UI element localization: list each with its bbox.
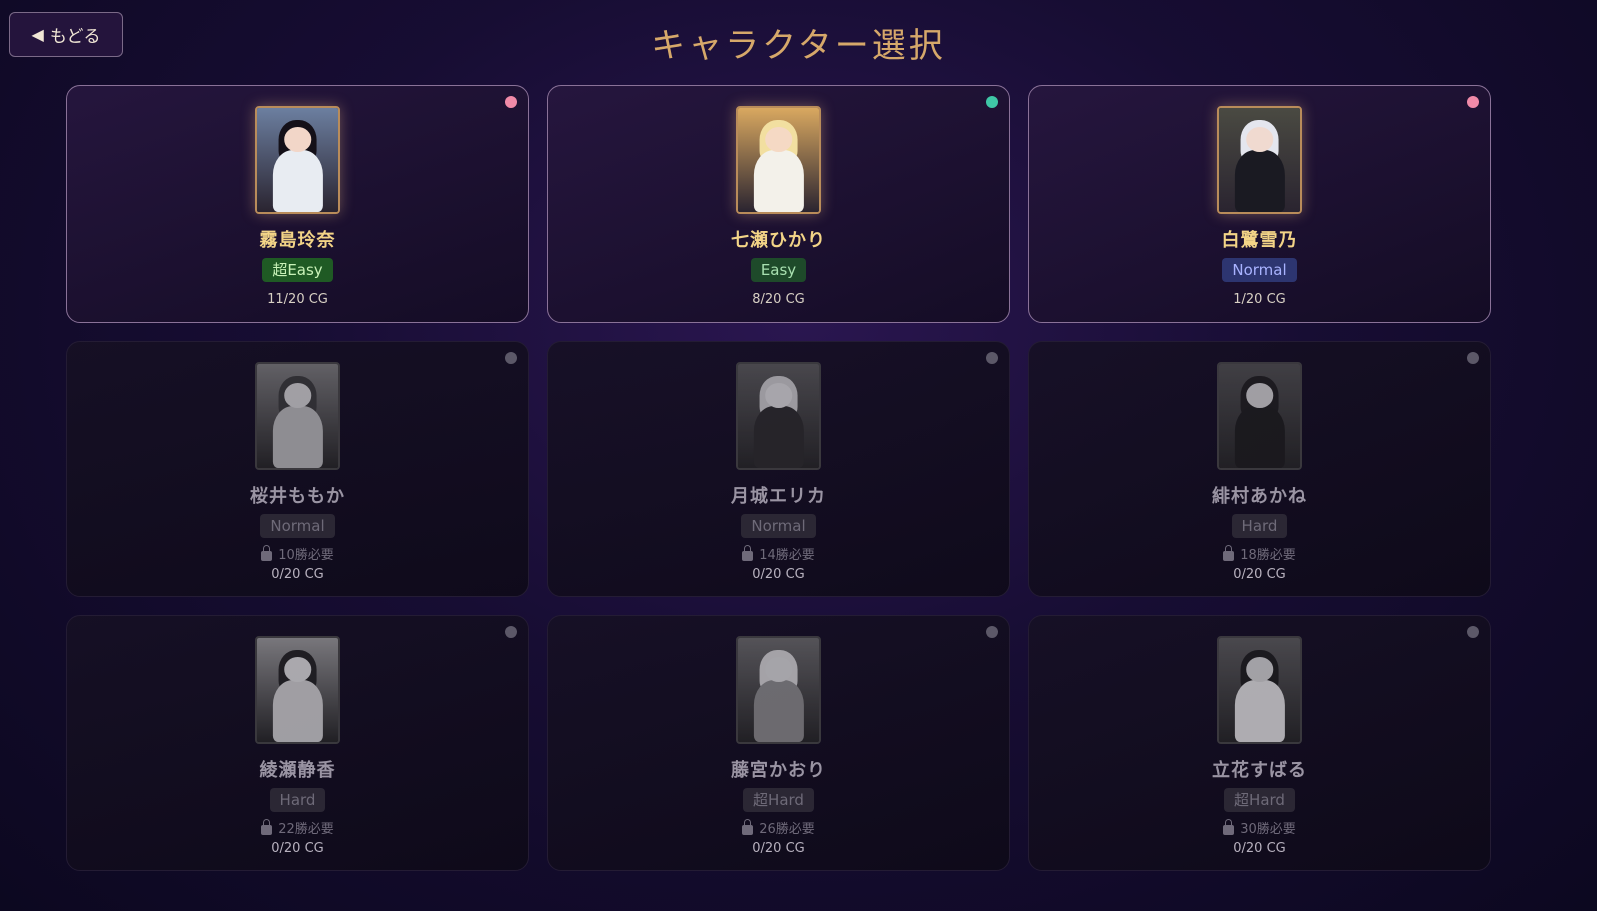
lock-icon — [1223, 544, 1235, 561]
difficulty-badge: Normal — [260, 514, 335, 538]
character-name: 七瀬ひかり — [731, 230, 826, 251]
status-dot-icon — [505, 352, 517, 364]
character-name: 月城エリカ — [731, 486, 826, 507]
difficulty-badge: Hard — [269, 788, 326, 812]
character-name: 緋村あかね — [1212, 486, 1307, 507]
unlock-requirement: 30勝必要 — [1223, 818, 1296, 837]
cg-count: 0/20 CG — [1233, 567, 1286, 582]
unlock-requirement-label: 14勝必要 — [759, 548, 815, 563]
unlock-requirement-label: 18勝必要 — [1240, 548, 1296, 563]
unlock-requirement-label: 22勝必要 — [278, 822, 334, 837]
unlock-requirement: 14勝必要 — [742, 544, 815, 563]
character-card[interactable]: 桜井ももか Normal 10勝必要 0/20 CG — [66, 341, 529, 597]
character-card[interactable]: 立花すばる超Hard 30勝必要 0/20 CG — [1028, 615, 1491, 871]
character-card[interactable]: 月城エリカ Normal 14勝必要 0/20 CG — [547, 341, 1010, 597]
unlock-requirement: 10勝必要 — [261, 544, 334, 563]
character-portrait — [736, 362, 821, 470]
lock-icon — [742, 818, 754, 835]
status-dot-icon — [986, 96, 998, 108]
unlock-requirement-label: 30勝必要 — [1240, 822, 1296, 837]
character-portrait — [255, 106, 340, 214]
difficulty-badge: Easy — [750, 258, 807, 282]
cg-count: 8/20 CG — [752, 292, 805, 307]
lock-icon — [261, 818, 273, 835]
unlock-requirement-label: 10勝必要 — [278, 548, 334, 563]
character-name: 綾瀬静香 — [259, 760, 336, 781]
unlock-requirement: 22勝必要 — [261, 818, 334, 837]
difficulty-badge: Hard — [1231, 514, 1288, 538]
unlock-requirement: 18勝必要 — [1223, 544, 1296, 563]
cg-count: 0/20 CG — [752, 567, 805, 582]
cg-count: 0/20 CG — [752, 841, 805, 856]
character-portrait — [736, 106, 821, 214]
page-title: キャラクター選択 — [651, 26, 946, 66]
difficulty-badge: 超Hard — [743, 788, 814, 812]
character-card[interactable]: 七瀬ひかり Easy 8/20 CG — [547, 85, 1010, 323]
cg-count: 1/20 CG — [1233, 292, 1286, 307]
status-dot-icon — [986, 352, 998, 364]
difficulty-badge: 超Easy — [262, 258, 333, 282]
lock-icon — [261, 544, 273, 561]
character-card[interactable]: 霧島玲奈超Easy 11/20 CG — [66, 85, 529, 323]
character-portrait — [736, 636, 821, 744]
character-grid: 霧島玲奈超Easy 11/20 CG 七瀬ひかり Easy 8/20 CG 白鷺雪乃 Nor… — [66, 85, 1518, 889]
character-portrait — [255, 362, 340, 470]
status-dot-icon — [1467, 626, 1479, 638]
character-portrait — [1217, 362, 1302, 470]
difficulty-badge: 超Hard — [1224, 788, 1295, 812]
character-name: 桜井ももか — [250, 486, 345, 507]
status-dot-icon — [505, 96, 517, 108]
cg-count: 0/20 CG — [271, 567, 324, 582]
status-dot-icon — [986, 626, 998, 638]
cg-count: 0/20 CG — [1233, 841, 1286, 856]
character-name: 白鷺雪乃 — [1221, 230, 1298, 251]
character-card[interactable]: 藤宮かおり超Hard 26勝必要 0/20 CG — [547, 615, 1010, 871]
status-dot-icon — [1467, 352, 1479, 364]
lock-icon — [742, 544, 754, 561]
character-name: 霧島玲奈 — [259, 230, 336, 251]
character-portrait — [1217, 636, 1302, 744]
character-portrait — [1217, 106, 1302, 214]
character-portrait — [255, 636, 340, 744]
character-name: 立花すばる — [1212, 760, 1307, 781]
cg-count: 11/20 CG — [267, 292, 328, 307]
unlock-requirement-label: 26勝必要 — [759, 822, 815, 837]
lock-icon — [1223, 818, 1235, 835]
cg-count: 0/20 CG — [271, 841, 324, 856]
unlock-requirement: 26勝必要 — [742, 818, 815, 837]
difficulty-badge: Normal — [1222, 258, 1297, 282]
character-card[interactable]: 白鷺雪乃 Normal 1/20 CG — [1028, 85, 1491, 323]
character-name: 藤宮かおり — [731, 760, 826, 781]
character-card[interactable]: 綾瀬静香 Hard 22勝必要 0/20 CG — [66, 615, 529, 871]
character-card[interactable]: 緋村あかね Hard 18勝必要 0/20 CG — [1028, 341, 1491, 597]
status-dot-icon — [505, 626, 517, 638]
status-dot-icon — [1467, 96, 1479, 108]
difficulty-badge: Normal — [741, 514, 816, 538]
